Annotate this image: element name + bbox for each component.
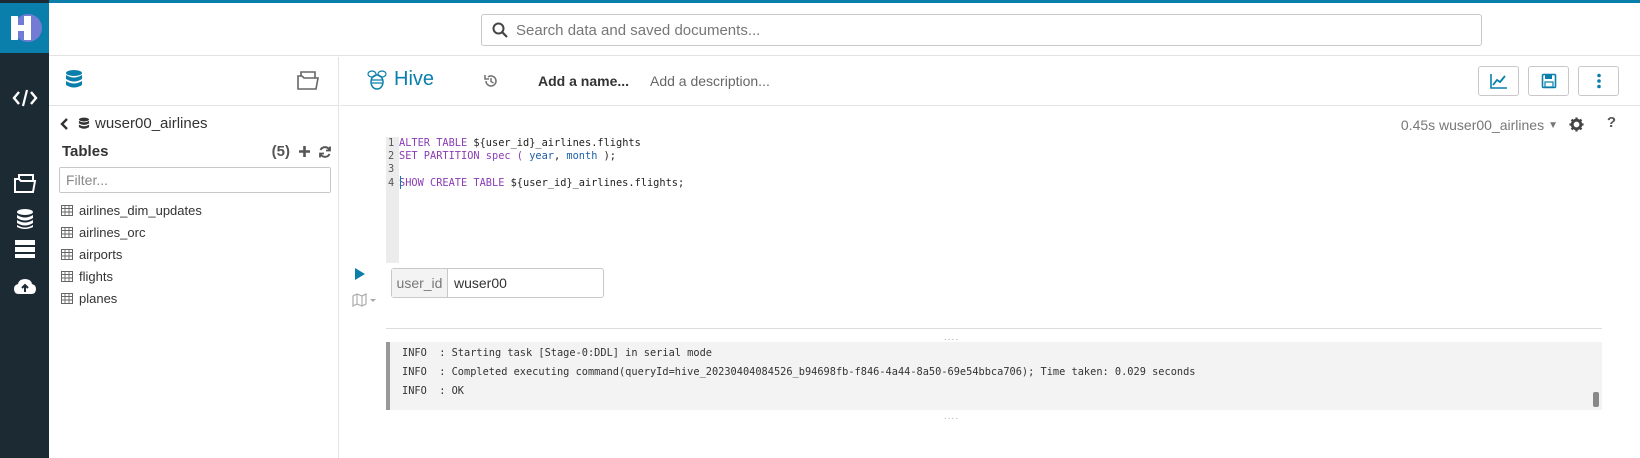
code-token: ${user_id}_airlines.flights bbox=[473, 137, 641, 149]
table-list-item[interactable]: planes bbox=[61, 287, 202, 309]
documents-icon[interactable] bbox=[9, 170, 40, 196]
code-token: , bbox=[554, 150, 567, 163]
code-token: month bbox=[566, 150, 598, 163]
tables-browser-icon[interactable] bbox=[9, 206, 40, 232]
left-assist-panel: wuser00_airlines Tables (5) airlines_dim… bbox=[49, 57, 339, 458]
table-icon bbox=[61, 270, 73, 282]
table-list: airlines_dim_updates airlines_orc airports… bbox=[61, 199, 202, 309]
code-token: year bbox=[529, 150, 554, 163]
database-icon[interactable] bbox=[65, 69, 83, 96]
execution-log: INFO : Starting task [Stage-0:DDL] in se… bbox=[386, 342, 1602, 410]
parameter-user-id: user_id bbox=[391, 268, 604, 298]
table-icon bbox=[61, 204, 73, 216]
table-name: airports bbox=[79, 246, 123, 262]
query-editor: Hive Add a name... Add a description... … bbox=[340, 57, 1640, 458]
code-token: SET PARTITION spec ( bbox=[399, 150, 530, 163]
code-line: 4 SHOW CREATE TABLE ${user_id}_airlines.f… bbox=[386, 177, 684, 190]
table-icon bbox=[61, 226, 73, 238]
results-divider bbox=[386, 328, 1602, 329]
code-token: ); bbox=[597, 150, 617, 163]
execute-button[interactable] bbox=[354, 267, 366, 286]
table-list-item[interactable]: airlines_orc bbox=[61, 221, 202, 243]
table-icon bbox=[61, 248, 73, 260]
sql-code-area[interactable]: 1 ALTER TABLE ${user_id}_airlines.flights… bbox=[386, 137, 1386, 263]
global-search bbox=[481, 14, 1482, 46]
table-icon bbox=[61, 292, 73, 304]
table-list-item[interactable]: airports bbox=[61, 243, 202, 265]
engine-selector[interactable]: Hive bbox=[366, 68, 434, 91]
hue-logo-icon bbox=[10, 14, 42, 42]
left-navigation-rail bbox=[0, 0, 49, 458]
importer-upload-icon[interactable] bbox=[9, 274, 40, 300]
line-number: 3 bbox=[388, 163, 395, 176]
table-name: airlines_orc bbox=[79, 224, 146, 240]
hive-bee-icon bbox=[367, 69, 387, 90]
code-line: 1 ALTER TABLE ${user_id}_airlines.flights bbox=[386, 137, 641, 150]
query-description-field[interactable]: Add a description... bbox=[650, 73, 770, 89]
caret-down-icon: ▼ bbox=[1548, 119, 1558, 131]
line-number: 2 bbox=[388, 150, 395, 163]
history-icon[interactable] bbox=[483, 73, 499, 94]
map-dropdown[interactable] bbox=[352, 293, 378, 312]
log-line: INFO : OK bbox=[402, 385, 464, 397]
jobs-browser-icon[interactable] bbox=[9, 236, 40, 262]
gear-icon[interactable] bbox=[1569, 117, 1584, 137]
editor-header: Hive Add a name... Add a description... bbox=[340, 57, 1640, 106]
tables-title: Tables bbox=[62, 143, 109, 160]
help-icon[interactable]: ? bbox=[1607, 114, 1616, 131]
table-list-item[interactable]: flights bbox=[61, 265, 202, 287]
add-table-icon[interactable] bbox=[298, 145, 311, 158]
vertical-ellipsis-icon bbox=[1596, 73, 1601, 89]
back-chevron-icon[interactable] bbox=[59, 117, 69, 131]
line-number: 4 bbox=[388, 176, 395, 189]
table-list-item[interactable]: airlines_dim_updates bbox=[61, 199, 202, 221]
line-chart-icon bbox=[1489, 74, 1507, 89]
search-icon bbox=[492, 22, 508, 38]
table-name: airlines_dim_updates bbox=[79, 202, 202, 218]
log-scrollbar[interactable] bbox=[1593, 392, 1599, 407]
table-name: planes bbox=[79, 290, 118, 306]
code-token: SHOW CREATE TABLE bbox=[399, 176, 511, 189]
chart-button[interactable] bbox=[1478, 66, 1519, 96]
code-token: ${user_id}_airlines.flights; bbox=[510, 176, 685, 189]
map-icon bbox=[352, 293, 376, 307]
parameter-label: user_id bbox=[392, 269, 448, 297]
text-cursor bbox=[400, 176, 401, 189]
code-token: ALTER TABLE bbox=[399, 137, 474, 149]
folder-icon[interactable] bbox=[296, 69, 320, 96]
execution-time: 0.45s bbox=[1400, 117, 1436, 133]
code-line: 2 SET PARTITION spec ( year, month ); bbox=[386, 150, 616, 163]
more-options-button[interactable] bbox=[1578, 66, 1619, 96]
log-line: INFO : Completed executing command(query… bbox=[402, 366, 1196, 378]
log-line: INFO : Starting task [Stage-0:DDL] in se… bbox=[402, 347, 712, 359]
database-name: wuser00_airlines bbox=[95, 115, 208, 132]
table-filter-input[interactable] bbox=[59, 167, 331, 193]
search-input[interactable] bbox=[516, 21, 1456, 39]
code-line: 3 bbox=[386, 163, 399, 176]
line-number: 1 bbox=[388, 137, 395, 149]
database-breadcrumb[interactable]: wuser00_airlines bbox=[59, 115, 208, 132]
resize-handle-bottom[interactable]: .... bbox=[944, 411, 959, 422]
assist-panel-header bbox=[49, 57, 338, 106]
tables-count: (5) bbox=[271, 143, 290, 160]
hue-logo[interactable] bbox=[0, 3, 49, 53]
top-bar bbox=[49, 3, 1640, 56]
save-icon bbox=[1541, 73, 1556, 89]
query-name-field[interactable]: Add a name... bbox=[538, 73, 629, 89]
engine-name: Hive bbox=[394, 68, 435, 90]
save-button[interactable] bbox=[1528, 66, 1569, 96]
play-icon bbox=[355, 268, 365, 280]
table-name: flights bbox=[79, 268, 113, 284]
database-small-icon bbox=[78, 117, 90, 129]
active-database: wuser00_airlines bbox=[1439, 117, 1545, 133]
refresh-icon[interactable] bbox=[318, 145, 332, 159]
parameter-value-input[interactable] bbox=[448, 269, 598, 297]
execution-info[interactable]: 0.45s wuser00_airlines ▼ bbox=[1401, 117, 1558, 133]
code-editor-icon[interactable] bbox=[9, 85, 40, 111]
tables-header: Tables (5) bbox=[62, 143, 332, 160]
